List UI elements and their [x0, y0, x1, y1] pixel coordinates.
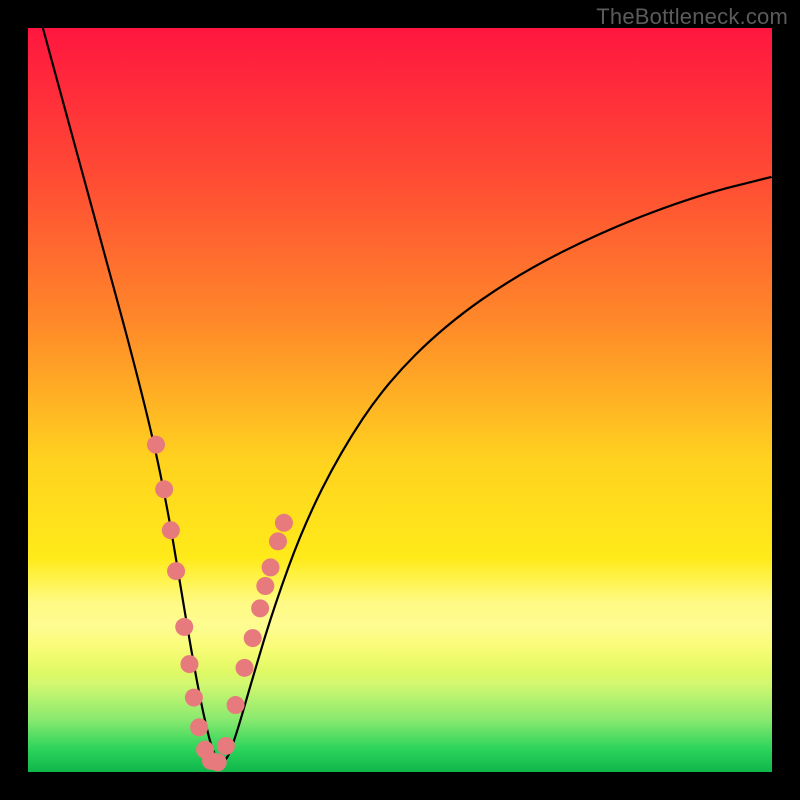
data-point	[155, 480, 173, 498]
chart-svg	[28, 28, 772, 772]
scatter-points	[147, 436, 293, 772]
data-point	[217, 737, 235, 755]
data-point	[185, 689, 203, 707]
data-point	[236, 659, 254, 677]
watermark-text: TheBottleneck.com	[596, 4, 788, 30]
data-point	[251, 599, 269, 617]
data-point	[175, 618, 193, 636]
data-point	[227, 696, 245, 714]
data-point	[147, 436, 165, 454]
chart-area	[28, 28, 772, 772]
data-point	[209, 753, 227, 771]
bottleneck-curve	[43, 28, 772, 762]
data-point	[262, 558, 280, 576]
data-point	[190, 718, 208, 736]
data-point	[244, 629, 262, 647]
data-point	[162, 521, 180, 539]
data-point	[269, 532, 287, 550]
data-point	[256, 577, 274, 595]
data-point	[167, 562, 185, 580]
data-point	[275, 514, 293, 532]
data-point	[180, 655, 198, 673]
